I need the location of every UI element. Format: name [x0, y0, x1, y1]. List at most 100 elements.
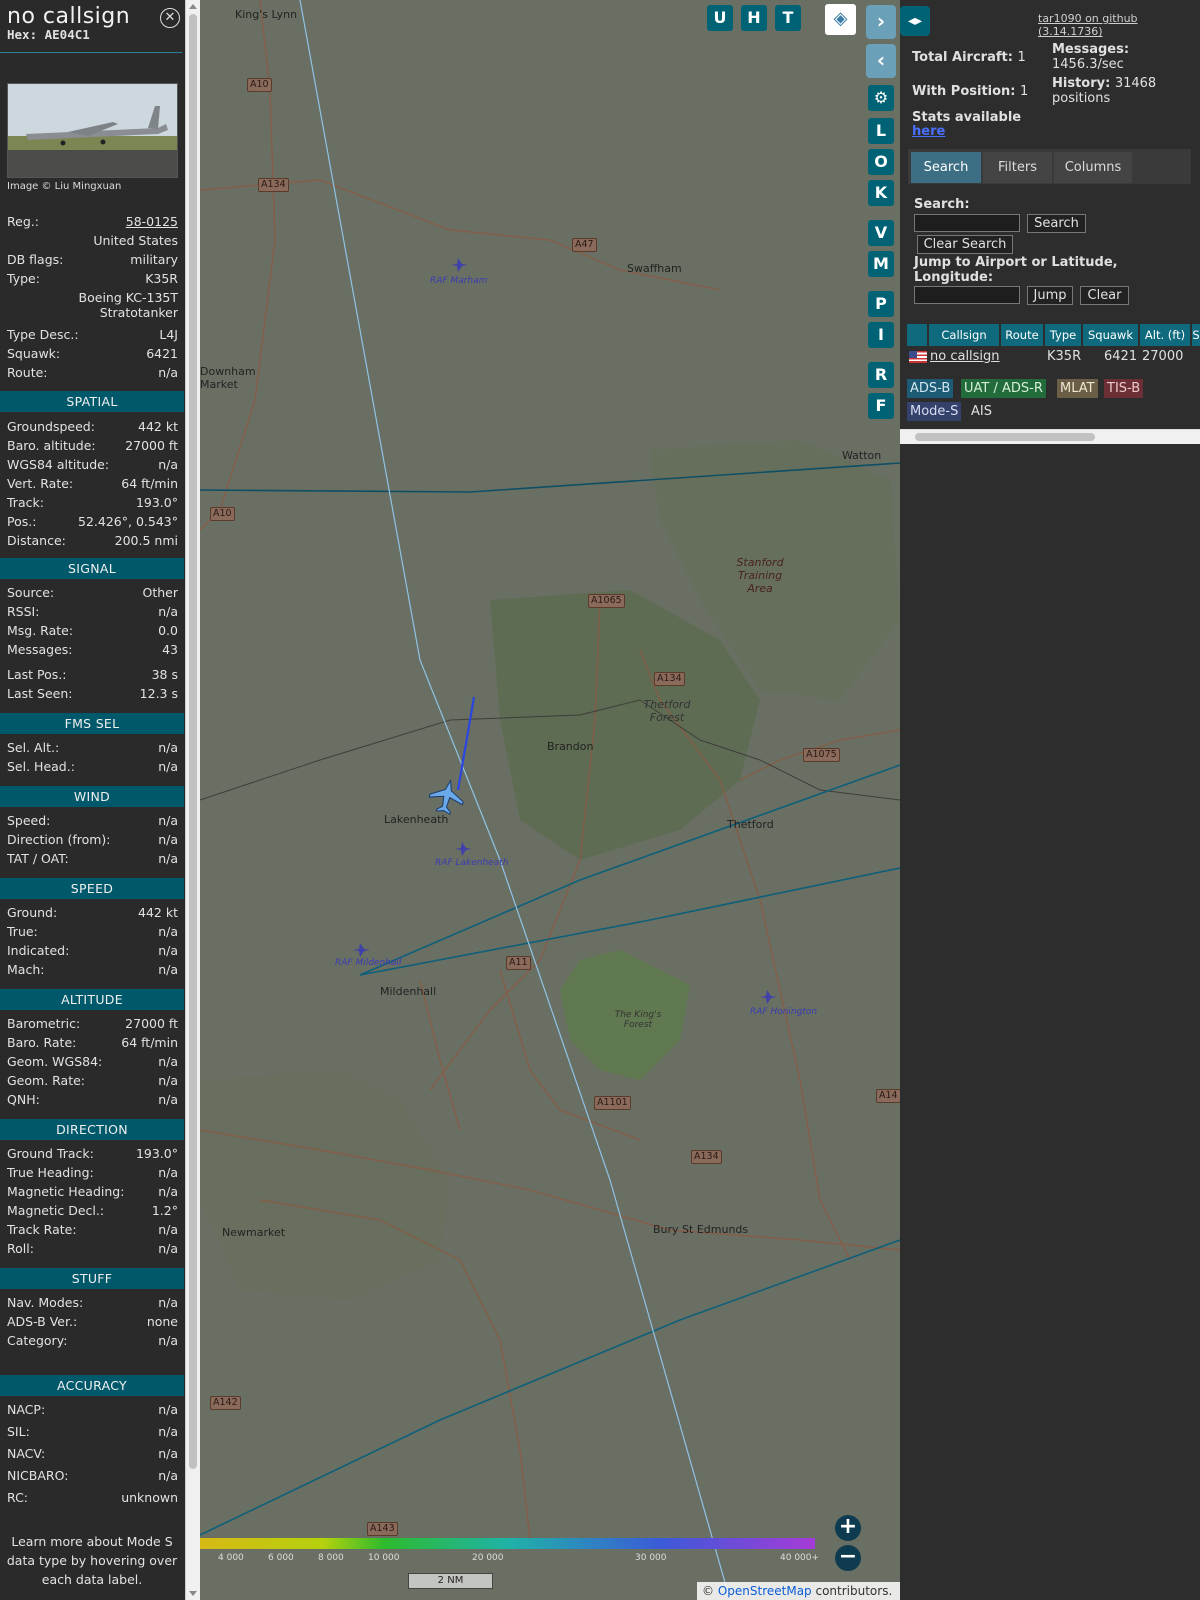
scroll-up-arrow[interactable] — [189, 4, 197, 9]
info-header: no callsign Hex: AE04C1 — [7, 4, 182, 42]
altitude-scale-label: 10 000 — [368, 1553, 400, 1563]
tab-search[interactable]: Search — [911, 152, 981, 183]
table-header-speed[interactable]: S — [1192, 324, 1200, 346]
stuff-row: Category: n/a — [7, 1333, 178, 1351]
altitude-scale-label: 4 000 — [218, 1553, 244, 1563]
expand-right-icon[interactable]: › — [866, 5, 896, 39]
map-button-h[interactable]: H — [741, 5, 767, 31]
horizontal-scroll-thumb[interactable] — [915, 433, 1095, 441]
scroll-down-arrow[interactable] — [189, 1591, 197, 1596]
search-label: Search: — [914, 197, 970, 212]
help-note-line1: Learn more about Mode S — [11, 1534, 173, 1549]
aircraft-marker-icon[interactable] — [427, 777, 468, 817]
altitude-value: 64 ft/min — [121, 1035, 178, 1050]
settings-gear-icon[interactable]: ⚙ — [868, 85, 894, 111]
table-row-callsign[interactable]: no callsign — [930, 347, 1000, 367]
map-button-r[interactable]: R — [868, 362, 894, 388]
direction-row: Ground Track: 193.0° — [7, 1146, 178, 1164]
map-view[interactable]: King's Lynn Swaffham RAF Marham Watton Stanf… — [200, 0, 900, 1600]
source-badge-ais[interactable]: AIS — [968, 402, 995, 421]
map-place-label: Thetford — [727, 818, 774, 831]
reg-link[interactable]: 58-0125 — [126, 214, 178, 229]
map-button-f[interactable]: F — [868, 393, 894, 419]
map-place-label: Swaffham — [627, 262, 682, 275]
table-horizontal-scrollbar[interactable] — [900, 429, 1200, 444]
map-button-m[interactable]: M — [868, 251, 894, 277]
zoom-in-icon[interactable]: + — [835, 1515, 861, 1541]
source-badge-mlat[interactable]: MLAT — [1057, 379, 1098, 398]
source-badge-uat[interactable]: UAT / ADS-R — [961, 379, 1046, 398]
accuracy-value: n/a — [158, 1446, 178, 1461]
table-header-squawk[interactable]: Squawk — [1083, 324, 1138, 346]
clear-search-button[interactable]: Clear Search — [917, 235, 1013, 254]
source-badge-adsb[interactable]: ADS-B — [907, 379, 954, 398]
attribution-suffix: contributors. — [811, 1584, 893, 1598]
direction-value: 193.0° — [135, 1146, 178, 1161]
speed-value: n/a — [158, 962, 178, 977]
table-header-callsign[interactable]: Callsign — [929, 324, 999, 346]
tab-columns[interactable]: Columns — [1054, 152, 1132, 183]
section-speed: SPEED — [0, 878, 184, 899]
table-row-type[interactable]: K35R — [1047, 347, 1081, 367]
table-row-squawk[interactable]: 6421 — [1104, 347, 1137, 367]
squawk-value: 6421 — [146, 346, 178, 361]
map-button-t[interactable]: T — [775, 5, 801, 31]
jump-button[interactable]: Jump — [1027, 286, 1073, 305]
direction-value: n/a — [158, 1241, 178, 1256]
layers-icon[interactable]: ◈ — [825, 4, 856, 35]
scrollbar-thumb[interactable] — [189, 14, 197, 1469]
source-badge-modes[interactable]: Mode-S — [907, 402, 962, 421]
stats-here-link[interactable]: here — [912, 124, 945, 139]
speed-row: Indicated: n/a — [7, 943, 178, 961]
map-button-i[interactable]: I — [868, 322, 894, 348]
signal-row: Source: Other — [7, 585, 178, 603]
github-link[interactable]: tar1090 on github (3.14.1736) — [1038, 12, 1200, 38]
spatial-row: Pos.: 52.426°, 0.543° — [7, 514, 178, 532]
airfield-icon — [455, 842, 472, 856]
map-place-label: King's Lynn — [235, 8, 298, 21]
source-badge-tisb[interactable]: TIS-B — [1104, 379, 1144, 398]
road-shield: A134 — [691, 1150, 722, 1164]
clear-button[interactable]: Clear — [1080, 286, 1129, 305]
table-row-altitude[interactable]: 27000 — [1142, 347, 1183, 367]
direction-row: Magnetic Decl.: 1.2° — [7, 1203, 178, 1221]
tab-filters[interactable]: Filters — [983, 152, 1052, 183]
zoom-out-icon[interactable]: − — [835, 1545, 861, 1571]
speed-row: Ground: 442 kt — [7, 905, 178, 923]
wind-row: TAT / OAT: n/a — [7, 851, 178, 869]
aircraft-photo[interactable] — [7, 83, 178, 178]
direction-label: True Heading: — [7, 1165, 94, 1180]
road-shield: A142 — [210, 1396, 241, 1410]
table-header-route[interactable]: Route — [1001, 324, 1043, 346]
section-spatial: SPATIAL — [0, 391, 184, 412]
spatial-value: 52.426°, 0.543° — [78, 514, 178, 529]
jump-input[interactable] — [914, 286, 1020, 304]
direction-row: Magnetic Heading: n/a — [7, 1184, 178, 1202]
selected-callsign: no callsign — [7, 4, 131, 29]
collapse-left-icon[interactable]: ‹ — [866, 44, 896, 78]
sidebar-toggle-icon[interactable]: ◂▸ — [900, 6, 930, 36]
info-panel-scrollbar[interactable] — [185, 0, 200, 1600]
accuracy-value: n/a — [158, 1468, 178, 1483]
type-value: K35R — [145, 271, 178, 286]
table-header-altitude[interactable]: Alt. (ft) — [1140, 324, 1190, 346]
map-button-u[interactable]: U — [707, 5, 733, 31]
wind-row: Direction (from): n/a — [7, 832, 178, 850]
accuracy-label: SIL: — [7, 1424, 30, 1439]
map-button-p[interactable]: P — [868, 291, 894, 317]
search-input[interactable] — [914, 214, 1020, 232]
map-button-v[interactable]: V — [868, 220, 894, 246]
map-button-k[interactable]: K — [868, 180, 894, 206]
table-header-type[interactable]: Type — [1045, 324, 1081, 346]
dbflags-value: military — [130, 252, 178, 267]
spatial-label: WGS84 altitude: — [7, 457, 110, 472]
close-icon[interactable]: ✕ — [160, 8, 180, 28]
signal-label: Msg. Rate: — [7, 623, 74, 638]
map-button-l[interactable]: L — [868, 118, 894, 144]
map-place-label: Bury St Edmunds — [653, 1223, 749, 1236]
osm-link[interactable]: OpenStreetMap — [718, 1584, 812, 1598]
accuracy-row: NICBARO: n/a — [7, 1468, 178, 1486]
history-value: 31468 — [1114, 76, 1157, 91]
search-button[interactable]: Search — [1027, 214, 1086, 233]
map-button-o[interactable]: O — [868, 149, 894, 175]
